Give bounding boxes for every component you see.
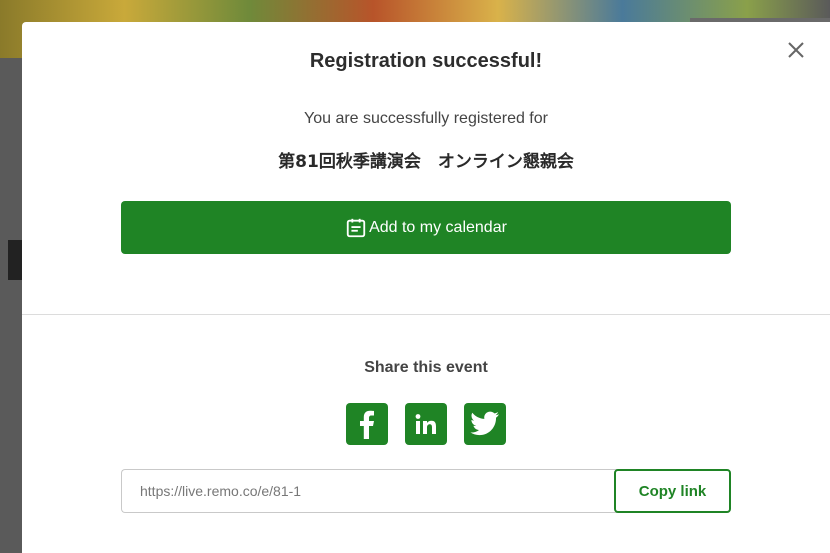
facebook-share-button[interactable] <box>346 403 388 445</box>
social-share-row <box>22 403 830 445</box>
facebook-icon <box>360 410 374 439</box>
share-link-group: Copy link <box>121 469 731 513</box>
add-to-calendar-label: Add to my calendar <box>369 218 507 236</box>
registration-success-modal: Registration successful! You are success… <box>22 22 830 553</box>
copy-link-button[interactable]: Copy link <box>614 469 731 513</box>
linkedin-share-button[interactable] <box>405 403 447 445</box>
copy-link-label: Copy link <box>638 482 707 500</box>
twitter-icon <box>470 411 499 436</box>
section-divider <box>22 314 830 315</box>
add-to-calendar-button[interactable]: Add to my calendar <box>121 201 731 254</box>
registration-message: You are successfully registered for <box>304 110 548 127</box>
linkedin-icon <box>415 414 436 434</box>
share-link-input[interactable] <box>121 469 621 513</box>
share-title: Share this event <box>364 359 488 376</box>
event-name: 第81回秋季講演会 オンライン懇親会 <box>278 152 574 172</box>
calendar-icon <box>346 218 366 237</box>
twitter-share-button[interactable] <box>464 403 506 445</box>
modal-title: Registration successful! <box>309 50 543 72</box>
